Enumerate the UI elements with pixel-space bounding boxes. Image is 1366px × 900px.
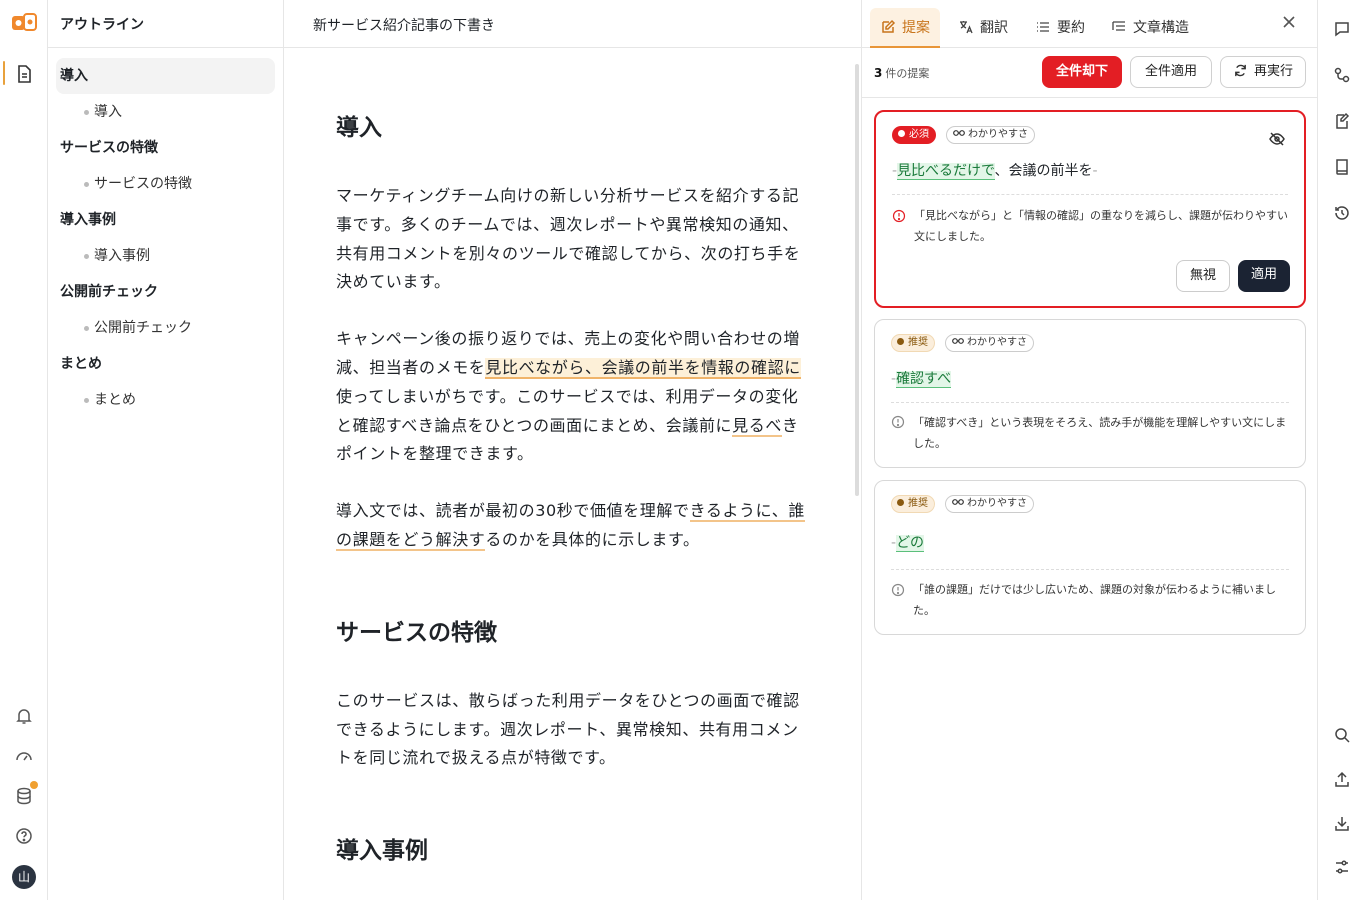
settings-sliders-icon[interactable]	[1333, 858, 1351, 876]
avatar[interactable]: 山	[12, 865, 36, 889]
outline-section[interactable]: 導入	[56, 58, 275, 94]
suggestion-card[interactable]: 推奨 わかりやすさ -確認すべ 「確認すべき」という表現をそろえ、読み手が機能を…	[874, 319, 1306, 468]
suggestion-count: 3 件の提案	[874, 66, 930, 80]
translate-icon	[960, 21, 973, 34]
editor[interactable]: 新サービス紹介記事の下書き 導入 マーケティングチーム向けの新しい分析サービスを…	[284, 0, 862, 900]
divider	[891, 569, 1289, 570]
paragraph[interactable]: 導入文では、読者が最初の30秒で価値を理解できるように、誰の課題をどう解決するの…	[336, 497, 809, 555]
bell-icon[interactable]	[14, 706, 34, 726]
left-rail: 山	[0, 0, 48, 900]
outline-panel: アウトライン 導入 導入 サービスの特徴 サービスの特徴 導入事例 導入事例 公…	[48, 0, 284, 900]
glasses-icon	[953, 130, 965, 136]
priority-badge: 推奨	[891, 495, 935, 513]
panel-tabs: 提案 翻訳 要約 文章構造	[862, 0, 1317, 48]
flow-icon[interactable]	[1333, 66, 1351, 84]
close-icon[interactable]	[1281, 14, 1297, 30]
suggestion-note: 「見比べながら」と「情報の確認」の重なりを減らし、課題が伝わりやすい文にしました…	[914, 209, 1288, 243]
outline-section[interactable]: サービスの特徴	[56, 130, 275, 166]
comment-icon[interactable]	[1333, 20, 1351, 38]
list-icon	[1037, 22, 1049, 32]
divider	[891, 402, 1289, 403]
structure-icon	[1112, 21, 1125, 31]
suggestion-text: -どの	[891, 535, 925, 552]
tab-suggestions[interactable]: 提案	[870, 8, 940, 48]
category-badge: わかりやすさ	[946, 126, 1035, 144]
note-edit-icon[interactable]	[1333, 112, 1351, 130]
outline-title: アウトライン	[48, 0, 283, 48]
glasses-icon	[952, 499, 964, 505]
priority-badge: 必須	[892, 126, 936, 144]
outline-section[interactable]: 導入事例	[56, 202, 275, 238]
suggestion-toolbar: 3 件の提案 全件却下 全件適用 再実行	[862, 48, 1317, 98]
apply-all-button[interactable]: 全件適用	[1130, 56, 1212, 88]
outline-subitem[interactable]: 公開前チェック	[48, 310, 283, 346]
category-badge: わかりやすさ	[945, 334, 1034, 352]
help-icon[interactable]	[14, 826, 34, 846]
suggestion-note: 「誰の課題」だけでは少し広いため、課題の対象が伝わるように補いました。	[913, 583, 1276, 617]
document-title[interactable]: 新サービス紹介記事の下書き	[284, 0, 861, 48]
outline-section[interactable]: まとめ	[56, 346, 275, 382]
gauge-icon[interactable]	[14, 746, 34, 766]
outline-subitem[interactable]: 導入事例	[48, 238, 283, 274]
upload-icon[interactable]	[1333, 770, 1351, 788]
right-rail	[1318, 0, 1366, 900]
suggestion-highlight[interactable]: 見るべ	[732, 415, 782, 437]
priority-badge: 推奨	[891, 334, 935, 352]
info-icon	[892, 209, 906, 223]
ignore-button[interactable]: 無視	[1176, 260, 1230, 292]
editor-scrollbar[interactable]	[855, 64, 859, 496]
outline-subitem[interactable]: サービスの特徴	[48, 166, 283, 202]
paragraph[interactable]: このサービスは、散らばった利用データをひとつの画面で確認できるようにします。週次…	[336, 687, 809, 773]
refresh-icon	[1235, 64, 1246, 77]
tab-translate[interactable]: 翻訳	[948, 8, 1018, 48]
suggestion-panel: 提案 翻訳 要約 文章構造 3 件の提案 全件却下 全件適用 再実行 必須 わかり…	[862, 0, 1318, 900]
tab-structure[interactable]: 文章構造	[1101, 8, 1199, 48]
hide-icon[interactable]	[1268, 130, 1286, 148]
category-badge: わかりやすさ	[945, 495, 1034, 513]
database-icon[interactable]	[14, 786, 34, 806]
suggestion-note: 「確認すべき」という表現をそろえ、読み手が機能を理解しやすい文にしました。	[913, 416, 1287, 450]
section-heading: 導入	[336, 115, 382, 141]
paragraph[interactable]: キャンペーン後の振り返りでは、売上の変化や問い合わせの増減、担当者のメモを見比べ…	[336, 325, 809, 469]
section-heading: 導入事例	[336, 838, 428, 865]
document-icon[interactable]	[12, 62, 36, 86]
suggestion-text: -確認すべ	[891, 371, 952, 388]
divider	[892, 194, 1288, 195]
info-icon	[891, 415, 905, 429]
outline-section[interactable]: 公開前チェック	[56, 274, 275, 310]
reject-all-button[interactable]: 全件却下	[1042, 56, 1122, 88]
glasses-icon	[952, 338, 964, 344]
section-heading: サービスの特徴	[336, 619, 497, 646]
outline-subitem[interactable]: まとめ	[48, 382, 283, 418]
rerun-button[interactable]: 再実行	[1220, 56, 1306, 88]
outline-subitem[interactable]: 導入	[48, 94, 283, 130]
active-indicator	[3, 61, 5, 85]
suggestion-card[interactable]: 推奨 わかりやすさ -どの 「誰の課題」だけでは少し広いため、課題の対象が伝わる…	[874, 480, 1306, 635]
download-icon[interactable]	[1333, 814, 1351, 832]
paragraph[interactable]: マーケティングチーム向けの新しい分析サービスを紹介する記事です。多くのチームでは…	[336, 182, 809, 297]
suggestion-highlight[interactable]: 見比べながら、会議の前半を情報の確認に	[485, 357, 801, 379]
info-icon	[891, 583, 905, 597]
search-icon[interactable]	[1333, 726, 1351, 744]
notification-dot	[30, 781, 38, 789]
suggestion-text: -見比べるだけで、会議の前半を-	[892, 163, 1098, 180]
app-logo-icon[interactable]	[11, 12, 37, 34]
tab-summary[interactable]: 要約	[1025, 8, 1095, 48]
suggestion-card[interactable]: 必須 わかりやすさ -見比べるだけで、会議の前半を- 「見比べながら」と「情報の…	[874, 110, 1306, 308]
history-icon[interactable]	[1333, 204, 1351, 222]
edit-icon	[882, 19, 896, 33]
apply-button[interactable]: 適用	[1238, 260, 1290, 292]
book-icon[interactable]	[1333, 158, 1351, 176]
